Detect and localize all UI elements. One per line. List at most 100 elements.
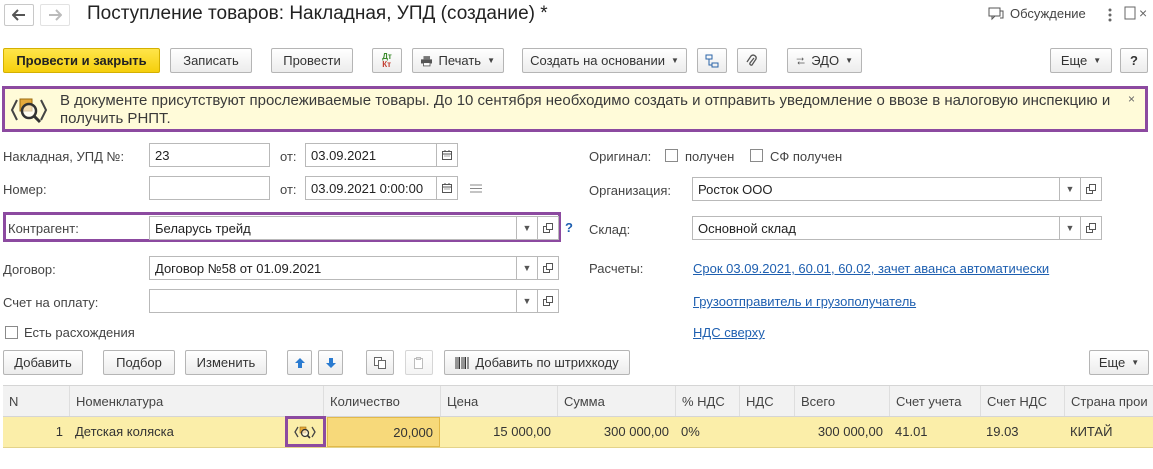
paste-icon (414, 356, 423, 369)
table-row[interactable]: 1 Детская коляска 20,000 15 000,00 300 0… (3, 417, 1153, 448)
open-form-icon (543, 263, 553, 273)
forward-button[interactable] (40, 4, 70, 26)
discrepancies-checkbox[interactable] (5, 326, 18, 339)
add-by-barcode-button[interactable]: Добавить по штрихкоду (444, 350, 630, 375)
column-header[interactable]: Номенклатура (69, 386, 323, 416)
traceable-goods-warning: В документе присутствуют прослеживаемые … (2, 86, 1148, 132)
discussion-button[interactable]: Обсуждение (988, 6, 1086, 21)
more-actions-icon[interactable] (1108, 8, 1112, 22)
vat-on-top-link[interactable]: НДС сверху (693, 325, 765, 340)
column-header[interactable]: Всего (794, 386, 889, 416)
contractor-dropdown[interactable]: ▼ (516, 216, 538, 240)
contractor-field[interactable]: Беларусь трейд (149, 216, 517, 240)
shipper-consignee-link[interactable]: Грузоотправитель и грузополучатель (693, 294, 916, 309)
cell-n[interactable]: 1 (3, 417, 69, 447)
change-button[interactable]: Изменить (185, 350, 267, 375)
chevron-down-icon: ▼ (1131, 358, 1140, 367)
calendar-button[interactable] (436, 143, 458, 167)
attach-button[interactable] (737, 48, 767, 73)
maximize-icon[interactable] (1124, 6, 1136, 20)
payment-invoice-field[interactable] (149, 289, 517, 313)
column-header[interactable]: НДС (739, 386, 794, 416)
print-label: Печать (438, 53, 482, 68)
cell-total[interactable]: 300 000,00 (794, 417, 889, 447)
column-header[interactable]: Счет НДС (980, 386, 1064, 416)
cell-vat[interactable] (739, 417, 794, 447)
cell-country[interactable]: КИТАЙ (1064, 417, 1153, 447)
discrepancies-label: Есть расхождения (24, 325, 135, 340)
warehouse-field[interactable]: Основной склад (692, 216, 1060, 240)
edo-button[interactable]: ЭДО ▼ (787, 48, 862, 73)
barcode-icon (455, 356, 469, 369)
original-received-label: получен (685, 149, 735, 164)
post-and-close-button[interactable]: Провести и закрыть (3, 48, 160, 73)
column-header[interactable]: Счет учета (889, 386, 980, 416)
paste-row-button[interactable] (405, 350, 433, 375)
column-header[interactable]: Количество (323, 386, 440, 416)
open-form-icon (543, 296, 553, 306)
warehouse-dropdown[interactable]: ▼ (1059, 216, 1081, 240)
open-form-icon (1086, 223, 1096, 233)
warehouse-open-button[interactable] (1080, 216, 1102, 240)
move-down-button[interactable] (318, 350, 343, 375)
column-header[interactable]: Сумма (557, 386, 675, 416)
more-button[interactable]: Еще ▼ (1050, 48, 1112, 73)
back-button[interactable] (4, 4, 34, 26)
payment-invoice-dropdown[interactable]: ▼ (516, 289, 538, 313)
cell-sum[interactable]: 300 000,00 (557, 417, 675, 447)
invoice-number-field[interactable]: 23 (149, 143, 270, 167)
contract-open-button[interactable] (537, 256, 559, 280)
close-window-icon[interactable]: × (1139, 5, 1147, 21)
invoice-date-field[interactable]: 03.09.2021 (305, 143, 437, 167)
create-based-button[interactable]: Создать на основании ▼ (522, 48, 687, 73)
cell-price[interactable]: 15 000,00 (440, 417, 557, 447)
discussion-label: Обсуждение (1010, 6, 1086, 21)
more-label: Еще (1060, 53, 1088, 68)
move-up-button[interactable] (287, 350, 312, 375)
cell-quantity[interactable]: 20,000 (327, 417, 440, 447)
sf-received-checkbox[interactable] (750, 149, 763, 162)
close-icon[interactable]: × (1128, 92, 1135, 106)
cell-vat-rate[interactable]: 0% (675, 417, 739, 447)
structure-icon (705, 54, 719, 67)
arrow-down-icon (325, 357, 336, 368)
number-date-field[interactable]: 03.09.2021 0:00:00 (305, 176, 437, 200)
chevron-down-icon: ▼ (1093, 56, 1102, 65)
calendar-button[interactable] (436, 176, 458, 200)
column-header[interactable]: Страна прои (1064, 386, 1153, 416)
column-header[interactable]: Цена (440, 386, 557, 416)
text-lines-icon[interactable] (470, 184, 482, 193)
contractor-open-button[interactable] (537, 216, 559, 240)
printer-icon (421, 55, 433, 66)
traceable-goods-icon[interactable] (294, 424, 316, 440)
payment-invoice-open-button[interactable] (537, 289, 559, 313)
cell-nomenclature[interactable]: Детская коляска (69, 417, 289, 447)
warning-text: В документе присутствуют прослеживаемые … (60, 92, 1111, 127)
post-button[interactable]: Провести (271, 48, 353, 73)
save-button[interactable]: Записать (170, 48, 252, 73)
contract-field[interactable]: Договор №58 от 01.09.2021 (149, 256, 517, 280)
organization-label: Организация: (589, 183, 672, 198)
contractor-help-icon[interactable]: ? (565, 220, 573, 235)
number-field[interactable] (149, 176, 270, 200)
print-button[interactable]: Печать ▼ (412, 48, 504, 73)
organization-open-button[interactable] (1080, 177, 1102, 201)
dt-kt-button[interactable]: Дт Кт (372, 48, 402, 73)
original-received-checkbox[interactable] (665, 149, 678, 162)
pick-button[interactable]: Подбор (103, 350, 175, 375)
table-more-button[interactable]: Еще ▼ (1089, 350, 1149, 375)
copy-row-button[interactable] (366, 350, 394, 375)
chevron-down-icon: ▼ (670, 56, 679, 65)
help-button[interactable]: ? (1120, 48, 1148, 73)
cell-vat-account[interactable]: 19.03 (980, 417, 1064, 447)
organization-dropdown[interactable]: ▼ (1059, 177, 1081, 201)
contract-dropdown[interactable]: ▼ (516, 256, 538, 280)
add-row-button[interactable]: Добавить (3, 350, 83, 375)
settlements-link[interactable]: Срок 03.09.2021, 60.01, 60.02, зачет ава… (693, 261, 1049, 276)
organization-field[interactable]: Росток ООО (692, 177, 1060, 201)
structure-button[interactable] (697, 48, 727, 73)
invoice-number-label: Накладная, УПД №: (3, 149, 125, 164)
column-header[interactable]: N (3, 386, 69, 416)
cell-account[interactable]: 41.01 (889, 417, 980, 447)
column-header[interactable]: % НДС (675, 386, 739, 416)
